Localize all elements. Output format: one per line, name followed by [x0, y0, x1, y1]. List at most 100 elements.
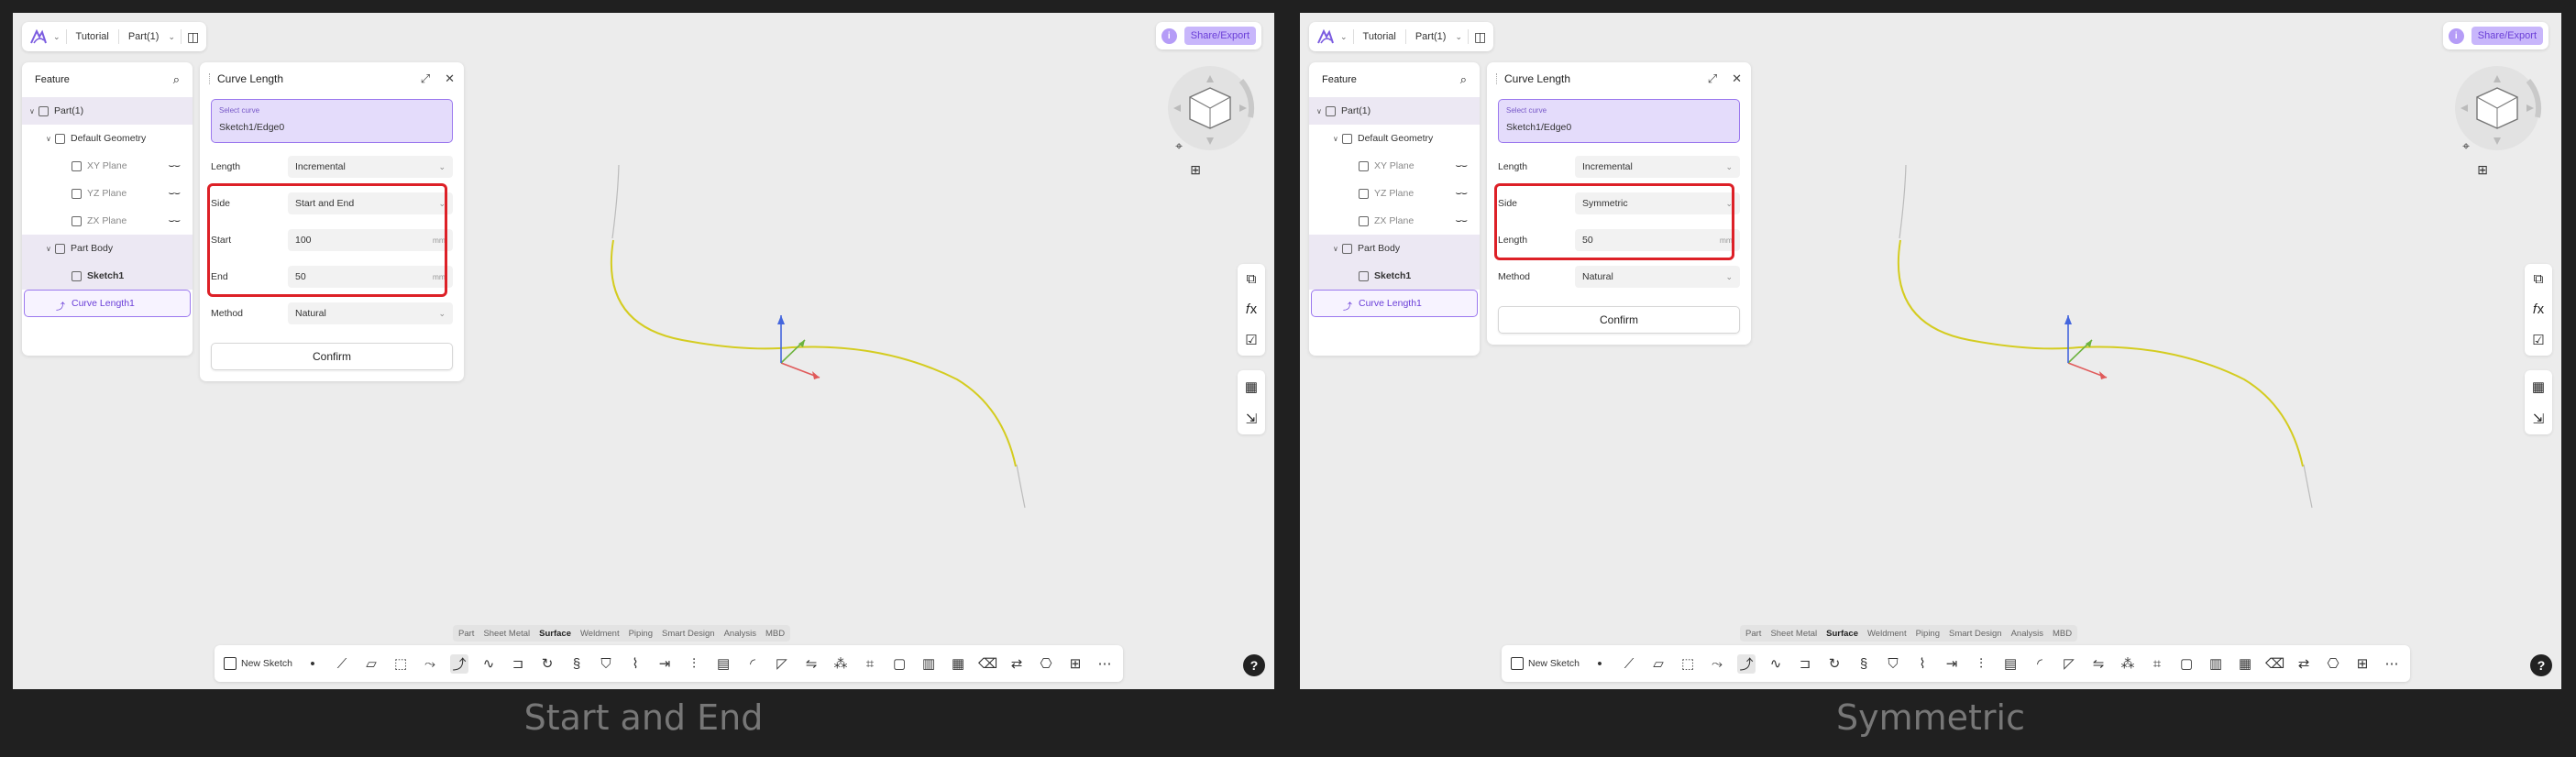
mirror-icon[interactable]: ⇋ — [802, 655, 820, 672]
tutorial-link[interactable]: Tutorial — [1360, 31, 1400, 42]
tab-part[interactable]: Part — [1745, 629, 1761, 639]
tab-part[interactable]: Part — [458, 629, 474, 639]
end-input[interactable]: 50 mm — [288, 266, 453, 288]
chevron-down-icon[interactable]: ⌄ — [1340, 32, 1348, 42]
select-curve-field[interactable]: Select curve Sketch1/Edge0 — [211, 99, 453, 143]
split-icon[interactable]: ⫶ — [1972, 656, 1990, 672]
wrap-icon[interactable]: ⎔ — [2324, 655, 2342, 672]
fill-icon[interactable]: ⛉ — [597, 656, 615, 672]
measure-icon[interactable]: ⊞ — [2353, 655, 2372, 672]
chevron-down-icon[interactable]: ∨ — [29, 107, 39, 115]
pin-icon[interactable]: ⤢ — [1708, 71, 1717, 86]
close-icon[interactable]: ✕ — [1732, 71, 1742, 86]
checklist-icon[interactable]: ☑ — [1245, 332, 1257, 348]
pin-icon[interactable]: ⤢ — [421, 71, 430, 86]
new-sketch-button[interactable]: New Sketch — [224, 657, 292, 670]
measure-icon[interactable]: ⊞ — [1066, 655, 1084, 672]
eye-closed-icon[interactable]: ⌣⌣ — [1456, 160, 1469, 172]
pattern-icon[interactable]: ⁂ — [831, 655, 850, 672]
pattern-icon[interactable]: ⁂ — [2119, 655, 2137, 672]
boundary-icon[interactable]: ▢ — [2177, 655, 2196, 672]
patch-icon[interactable]: ▦ — [2236, 655, 2254, 672]
chevron-down-icon[interactable]: ∨ — [46, 135, 55, 143]
params-icon[interactable]: ⧉ — [2534, 271, 2544, 287]
chevron-down-icon[interactable]: ⌄ — [1455, 32, 1462, 42]
fit-view-icon[interactable]: ⌖ — [2462, 138, 2470, 154]
extrude-icon[interactable]: ⤳ — [1708, 656, 1726, 672]
chevron-down-icon[interactable]: ⌄ — [168, 32, 175, 42]
drag-handle-icon[interactable] — [1496, 73, 1499, 84]
share-export-button[interactable]: Share/Export — [2471, 27, 2543, 45]
plane-icon[interactable]: ▱ — [362, 655, 380, 672]
drag-handle-icon[interactable] — [209, 73, 212, 84]
loft-icon[interactable]: ⬚ — [391, 655, 410, 672]
chamfer-icon[interactable]: ◸ — [773, 655, 791, 672]
tree-item-default-geometry[interactable]: ∨ Default Geometry — [1309, 125, 1480, 152]
more-icon[interactable]: ⋯ — [1095, 655, 1114, 672]
view-cube[interactable] — [1159, 62, 1261, 165]
replace-icon[interactable]: ⇄ — [1007, 655, 1026, 672]
tab-surface[interactable]: Surface — [1826, 629, 1858, 639]
tree-item-part-1-[interactable]: ∨ Part(1) — [1309, 97, 1480, 125]
view-cube[interactable] — [2446, 62, 2548, 165]
tab-piping[interactable]: Piping — [629, 629, 653, 639]
tab-surface[interactable]: Surface — [539, 629, 571, 639]
patch-icon[interactable]: ▦ — [949, 655, 967, 672]
extrude-icon[interactable]: ⤳ — [421, 656, 439, 672]
fit-view-icon[interactable]: ⌖ — [1175, 138, 1183, 154]
eye-closed-icon[interactable]: ⌣⌣ — [1456, 215, 1469, 227]
sketch-curve[interactable] — [1897, 239, 2304, 467]
curve-length-icon[interactable]: ⤴ — [450, 653, 469, 674]
tab-sheet-metal[interactable]: Sheet Metal — [483, 629, 530, 639]
spline-icon[interactable]: ∿ — [1767, 655, 1785, 672]
view-cube-icon[interactable] — [1159, 62, 1261, 165]
knit-icon[interactable]: ⌗ — [2148, 656, 2166, 672]
tree-item-default-geometry[interactable]: ∨ Default Geometry — [22, 125, 193, 152]
plane-icon[interactable]: ▱ — [1649, 655, 1668, 672]
formula-icon[interactable]: 𝑓x — [2533, 302, 2544, 317]
app-logo-icon[interactable] — [29, 28, 48, 45]
delete-face-icon[interactable]: ⌫ — [978, 655, 997, 672]
tree-item-part-body[interactable]: ∨ Part Body — [22, 235, 193, 262]
tab-analysis[interactable]: Analysis — [724, 629, 756, 639]
info-icon[interactable]: i — [2448, 27, 2464, 44]
revolve-icon[interactable]: ↻ — [538, 655, 556, 672]
params-icon[interactable]: ⧉ — [1247, 271, 1257, 287]
chevron-down-icon[interactable]: ⌄ — [53, 32, 61, 42]
eye-closed-icon[interactable]: ⌣⌣ — [169, 188, 182, 200]
wrap-icon[interactable]: ⎔ — [1037, 655, 1055, 672]
help-button[interactable]: ? — [1243, 654, 1265, 676]
part-selector[interactable]: Part(1) — [1412, 31, 1450, 42]
new-sketch-button[interactable]: New Sketch — [1511, 657, 1580, 670]
start-input[interactable]: 100 mm — [288, 229, 453, 251]
spline-icon[interactable]: ∿ — [479, 655, 498, 672]
table-icon[interactable]: ▦ — [2532, 378, 2545, 395]
fill-icon[interactable]: ⛉ — [1884, 656, 1902, 672]
extend-icon[interactable]: ⇥ — [1943, 655, 1961, 672]
fillet-icon[interactable]: ◜ — [2031, 655, 2049, 672]
display-mode-icon[interactable]: ⊞ — [1190, 162, 1201, 178]
confirm-button[interactable]: Confirm — [211, 343, 453, 370]
close-icon[interactable]: ✕ — [445, 71, 455, 86]
tree-item-zx-plane[interactable]: ZX Plane ⌣⌣ — [1309, 207, 1480, 235]
side-dropdown[interactable]: Start and End ⌄ — [288, 192, 453, 214]
confirm-button[interactable]: Confirm — [1498, 306, 1740, 334]
revolve-icon[interactable]: ↻ — [1825, 655, 1844, 672]
point-icon[interactable]: • — [303, 656, 322, 672]
line-icon[interactable]: ⟋ — [1620, 656, 1638, 672]
transform-icon[interactable]: ⇲ — [1246, 411, 1258, 427]
select-curve-field[interactable]: Select curve Sketch1/Edge0 — [1498, 99, 1740, 143]
sketch-curve[interactable] — [610, 239, 1017, 467]
curve-length-icon[interactable]: ⤴ — [1737, 653, 1756, 674]
method-dropdown[interactable]: Natural ⌄ — [1575, 266, 1740, 288]
part-selector[interactable]: Part(1) — [125, 31, 163, 42]
tab-mbd[interactable]: MBD — [2053, 629, 2072, 639]
chevron-down-icon[interactable]: ∨ — [46, 245, 55, 253]
length-dropdown[interactable]: Incremental ⌄ — [1575, 156, 1740, 178]
sidebar-toggle-icon[interactable]: ◫ — [1474, 29, 1486, 45]
tab-analysis[interactable]: Analysis — [2011, 629, 2043, 639]
formula-icon[interactable]: 𝑓x — [1246, 302, 1257, 317]
boundary-icon[interactable]: ▢ — [890, 655, 908, 672]
tab-piping[interactable]: Piping — [1916, 629, 1940, 639]
line-icon[interactable]: ⟋ — [333, 656, 351, 672]
